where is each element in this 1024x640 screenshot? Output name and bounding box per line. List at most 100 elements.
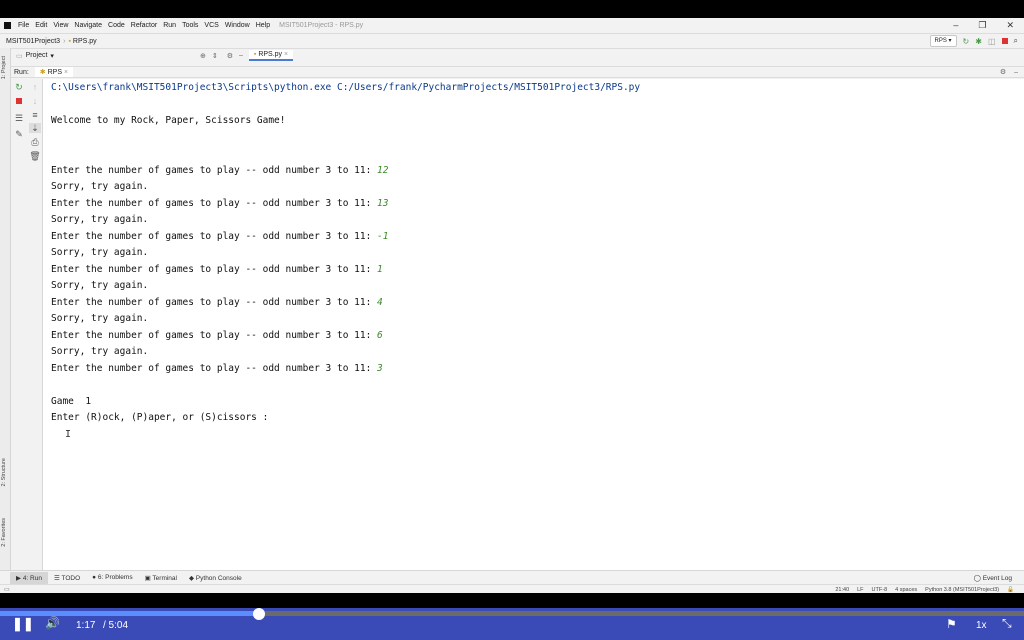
menu-item-view[interactable]: View	[50, 22, 71, 29]
layout-toggle-icon[interactable]: ▭	[4, 586, 10, 593]
rerun-icon[interactable]: ↻	[13, 82, 25, 92]
interpreter[interactable]: Python 3.8 (MSIT501Project3)	[925, 587, 999, 593]
tab-problems[interactable]: ● 6: Problems	[86, 574, 138, 581]
up-arrow-icon[interactable]: ↑	[29, 82, 41, 92]
soft-wrap-icon[interactable]: ≡	[29, 110, 41, 120]
prompt-text: Enter the number of games to play -- odd…	[51, 231, 378, 242]
layout-icon[interactable]: ☰	[13, 113, 25, 123]
restore-button[interactable]: ❐	[978, 20, 986, 31]
bottom-tool-tabs: ▶ 4: Run ☰ TODO ● 6: Problems ▣ Terminal…	[0, 570, 1024, 584]
structure-side-tab[interactable]: 2: Structure	[1, 458, 7, 486]
menu-item-file[interactable]: File	[15, 22, 32, 29]
print-icon[interactable]: ⎙	[29, 137, 41, 147]
line-separator[interactable]: LF	[857, 587, 863, 593]
menu-item-navigate[interactable]: Navigate	[71, 22, 105, 29]
tab-terminal-label: Terminal	[152, 574, 177, 582]
rerun-icon[interactable]: ↻	[963, 37, 970, 46]
editor-tab[interactable]: ▪ RPS.py ×	[248, 50, 294, 61]
breadcrumb-project[interactable]: MSIT501Project3	[6, 38, 60, 45]
pin-icon[interactable]: ✎	[13, 129, 25, 139]
minimize-button[interactable]: –	[953, 20, 958, 31]
indent-setting[interactable]: 4 spaces	[895, 587, 917, 593]
tool-window-bar: ▭ Project ▾ ⊕ ⇕ ⚙ – ▪ RPS.py ×	[0, 48, 1024, 62]
prompt-text: Enter the number of games to play -- odd…	[51, 330, 378, 341]
debug-icon[interactable]: ✱	[975, 37, 982, 46]
prompt-line: Enter the number of games to play -- odd…	[51, 297, 383, 308]
gear-icon[interactable]: ⚙	[227, 52, 233, 60]
scroll-to-end-icon[interactable]: ⇣	[29, 123, 41, 133]
pause-icon[interactable]: ❚❚	[12, 616, 34, 632]
trash-icon[interactable]: 🗑	[29, 151, 41, 161]
caret-position[interactable]: 21:40	[835, 587, 849, 593]
run-panel-header: Run: ✱ RPS × ⚙ –	[0, 66, 1024, 78]
current-time: 1:17	[76, 620, 96, 631]
coverage-icon[interactable]: ◫	[988, 37, 996, 46]
user-input: 3	[377, 363, 383, 374]
run-config-dropdown[interactable]: RPS ▾	[929, 35, 957, 47]
favorites-side-tab[interactable]: 2: Favorites	[1, 518, 7, 547]
hide-panel-icon[interactable]: –	[1014, 69, 1018, 76]
tab-run[interactable]: ▶ 4: Run	[10, 571, 48, 584]
sorry-line: Sorry, try again.	[51, 346, 149, 357]
file-encoding[interactable]: UTF-8	[872, 587, 888, 593]
breadcrumb-file[interactable]: RPS.py	[73, 38, 97, 45]
menu-item-run[interactable]: Run	[160, 22, 179, 29]
tab-todo[interactable]: ☰ TODO	[48, 574, 86, 582]
console-output[interactable]: C:\Users\frank\MSIT501Project3\Scripts\p…	[43, 79, 1024, 576]
menu-item-tools[interactable]: Tools	[179, 22, 201, 29]
chevron-down-icon[interactable]: ▾	[50, 52, 54, 60]
user-input: 13	[377, 198, 389, 209]
python-file-icon: ▪	[253, 51, 257, 58]
locate-icon[interactable]: ⊕	[200, 52, 206, 60]
close-tab-icon[interactable]: ×	[284, 51, 288, 58]
seek-bar[interactable]	[0, 607, 1024, 620]
console-actions-column: ↑ ↓ ≡ ⇣ ⎙ 🗑	[28, 79, 43, 576]
tab-terminal[interactable]: ▣ Terminal	[139, 574, 183, 582]
editor-tab-label: RPS.py	[258, 51, 283, 58]
fullscreen-icon[interactable]: ⤡	[1002, 616, 1012, 631]
app-icon	[4, 22, 11, 29]
seek-handle[interactable]	[253, 607, 266, 620]
command-line: C:\Users\frank\MSIT501Project3\Scripts\p…	[51, 82, 641, 93]
navigation-bar: MSIT501Project3 › ▪ RPS.py RPS ▾ ↻ ✱ ◫ ⌕	[0, 33, 1024, 48]
playback-speed[interactable]: 1x	[976, 620, 987, 631]
collapse-icon[interactable]: ⇕	[212, 52, 218, 60]
search-icon[interactable]: ⌕	[1014, 36, 1018, 46]
gear-icon[interactable]: ⚙	[1000, 68, 1006, 76]
prompt-line: Enter the number of games to play -- odd…	[51, 198, 388, 209]
welcome-line: Welcome to my Rock, Paper, Scissors Game…	[51, 115, 286, 126]
menu-item-edit[interactable]: Edit	[32, 22, 50, 29]
stop-icon[interactable]	[13, 96, 25, 106]
menu-item-vcs[interactable]: VCS	[201, 22, 221, 29]
close-button[interactable]: ✕	[1006, 20, 1014, 31]
python-file-icon: ▪	[68, 37, 71, 45]
prompt-text: Enter the number of games to play -- odd…	[51, 165, 378, 176]
run-tab[interactable]: ✱ RPS ×	[34, 67, 74, 77]
flag-icon[interactable]: ⚑	[946, 617, 957, 631]
window-title: MSIT501Project3 - RPS.py	[279, 22, 364, 29]
user-input: 6	[377, 330, 383, 341]
menu-item-refactor[interactable]: Refactor	[128, 22, 160, 29]
close-run-tab-icon[interactable]: ×	[64, 69, 68, 76]
event-log-button[interactable]: ◯ Event Log	[968, 574, 1018, 582]
text-cursor-icon: I	[65, 429, 72, 440]
sorry-line: Sorry, try again.	[51, 280, 149, 291]
project-dropdown[interactable]: Project	[26, 52, 48, 59]
stop-icon[interactable]	[1001, 38, 1008, 44]
menu-item-help[interactable]: Help	[253, 22, 273, 29]
seek-progress	[0, 611, 260, 616]
duration: / 5:04	[103, 620, 129, 631]
python-run-icon: ✱	[39, 69, 46, 76]
menu-item-window[interactable]: Window	[222, 22, 253, 29]
hide-icon[interactable]: –	[239, 52, 243, 59]
lock-icon[interactable]: 🔓	[1007, 587, 1014, 593]
prompt-line: Enter the number of games to play -- odd…	[51, 165, 388, 176]
user-input: 12	[377, 165, 389, 176]
down-arrow-icon[interactable]: ↓	[29, 96, 41, 106]
project-side-tab[interactable]: 1: Project	[1, 56, 7, 79]
event-log-label: Event Log	[982, 574, 1012, 582]
prompt-line: Enter the number of games to play -- odd…	[51, 363, 383, 374]
tab-python-console[interactable]: ◆ Python Console	[183, 574, 248, 582]
menu-item-code[interactable]: Code	[105, 22, 128, 29]
volume-icon[interactable]: 🔊	[45, 616, 60, 630]
